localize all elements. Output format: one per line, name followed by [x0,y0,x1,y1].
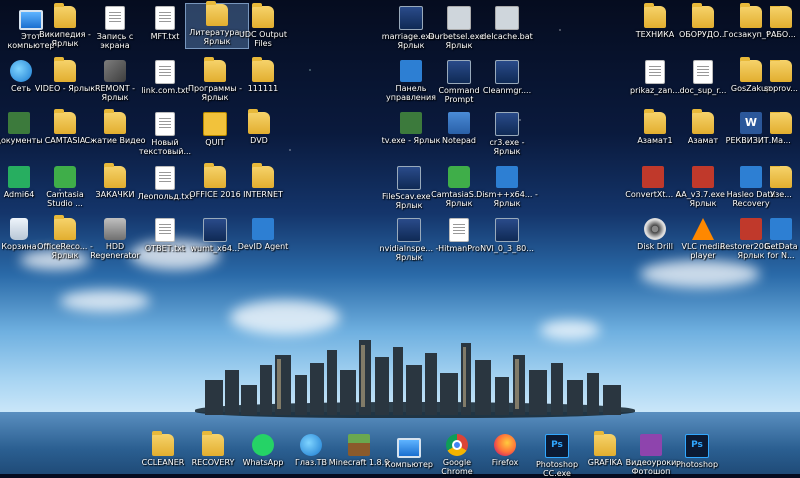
photoshop-icon: Ps [545,434,569,458]
glaz-tv-icon [300,434,322,456]
folder-icon [252,3,274,28]
desktop-icon-udc-output[interactable]: UDC Output Files [232,3,294,48]
desktop-icon-rabota[interactable]: РАБО... [762,6,800,39]
wallpaper-cloud [640,260,760,288]
folder-shortcut-icon [206,1,228,26]
folder-shortcut-icon [54,3,76,28]
folder-icon [202,431,224,456]
desktop-icon-cleanmgr[interactable]: Cleanmgr.... [476,60,538,95]
folder-icon [740,57,762,82]
control-panel-icon [400,60,422,82]
devid-icon [252,218,274,240]
folder-icon [252,163,274,188]
folder-icon [252,57,274,82]
folder-icon [594,431,616,456]
desktop[interactable]: Этот компьютер Сеть документы Admi64 Кор… [0,0,800,478]
photoshop-icon: Ps [685,434,709,458]
desktop-icon-cr3[interactable]: cr3.exe - Ярлык [476,112,538,156]
quit-icon [203,112,227,136]
word-icon: W [740,112,762,134]
monitor-icon [397,438,421,458]
exe-icon [642,166,664,188]
text-file-icon [155,112,175,136]
document-icon [645,60,665,84]
whatsapp-icon [252,434,274,456]
text-file-icon [155,6,175,30]
folder-icon [152,431,174,456]
folder-icon [770,166,792,188]
folder-icon [104,109,126,134]
desktop-icon-nvi[interactable]: NVI_0_3_80... [476,218,538,253]
exe-icon [740,218,762,240]
exe-icon [495,60,519,84]
folder-icon [54,109,76,134]
exe-icon [692,166,714,188]
folder-shortcut-icon [54,215,76,240]
document-icon [105,6,125,30]
network-icon [10,60,32,82]
folder-icon [692,109,714,134]
vlc-icon [692,218,714,240]
wallpaper-city-skyline [205,340,621,415]
desktop-icon-dism[interactable]: Dism++x64... - Ярлык [476,166,538,208]
bat-icon [495,6,519,30]
exe-icon [495,112,519,136]
camtasia-icon [54,166,76,188]
hdd-icon [104,218,126,240]
folder-icon [644,109,666,134]
folder-icon [770,112,792,134]
exe-icon [496,166,518,188]
desktop-icon-getdata[interactable]: GetData for N... [762,218,800,260]
folder-icon [692,3,714,28]
disk-icon [644,218,666,240]
documents-icon [8,112,30,134]
desktop-icon-devid[interactable]: DevID Agent [232,218,294,251]
film-icon [400,112,422,134]
text-file-icon [449,218,469,242]
notepad-icon [448,112,470,134]
folder-icon [644,3,666,28]
text-file-icon [155,218,175,242]
minecraft-icon [348,434,370,456]
folder-icon [770,60,792,82]
camtasia-icon [448,166,470,188]
folder-icon [740,3,762,28]
firefox-icon [494,434,516,456]
tool-icon [104,60,126,82]
folder-icon [204,163,226,188]
exe-icon [495,218,519,242]
desktop-icon-photoshop[interactable]: Ps Photoshop [666,434,728,469]
text-file-icon [155,60,175,84]
admin-icon [8,166,30,188]
document-icon [693,60,713,84]
cmd-icon [447,60,471,84]
recycle-bin-icon [10,218,28,240]
exe-icon [203,218,227,242]
exe-icon [447,6,471,30]
folder-icon [770,6,792,28]
desktop-icon-soprov[interactable]: soprov... [762,60,800,93]
wallpaper-cloud [230,300,340,335]
exe-icon [399,6,423,30]
exe-icon [397,218,421,242]
folder-icon [104,163,126,188]
text-file-icon [155,166,175,190]
folder-shortcut-icon [204,57,226,82]
exe-icon [740,166,762,188]
chrome-icon [446,434,468,456]
video-tutorial-icon [640,434,662,456]
desktop-icon-dvd[interactable]: DVD [228,109,290,145]
exe-icon [770,218,792,240]
folder-shortcut-icon [54,57,76,82]
desktop-icon-delcache[interactable]: delcache.bat [476,6,538,41]
exe-icon [397,166,421,190]
desktop-icon-111111[interactable]: 111111 [232,57,294,93]
desktop-icon-uze[interactable]: Узе... [762,166,800,199]
folder-icon [248,109,270,134]
desktop-icon-internet[interactable]: INTERNET [232,163,294,199]
desktop-icon-ma[interactable]: Ма... [762,112,800,145]
wallpaper-cloud [60,290,150,312]
